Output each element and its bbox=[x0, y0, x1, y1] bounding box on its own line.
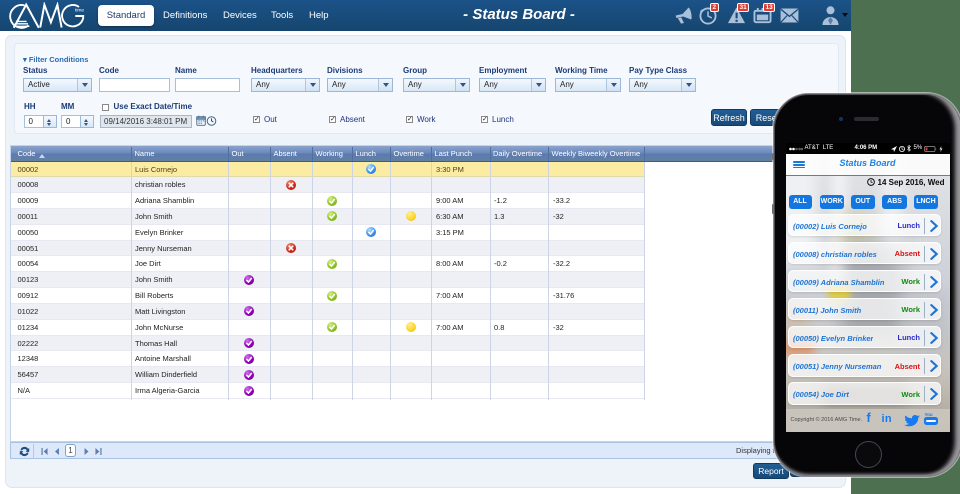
svg-text:time: time bbox=[75, 8, 84, 14]
